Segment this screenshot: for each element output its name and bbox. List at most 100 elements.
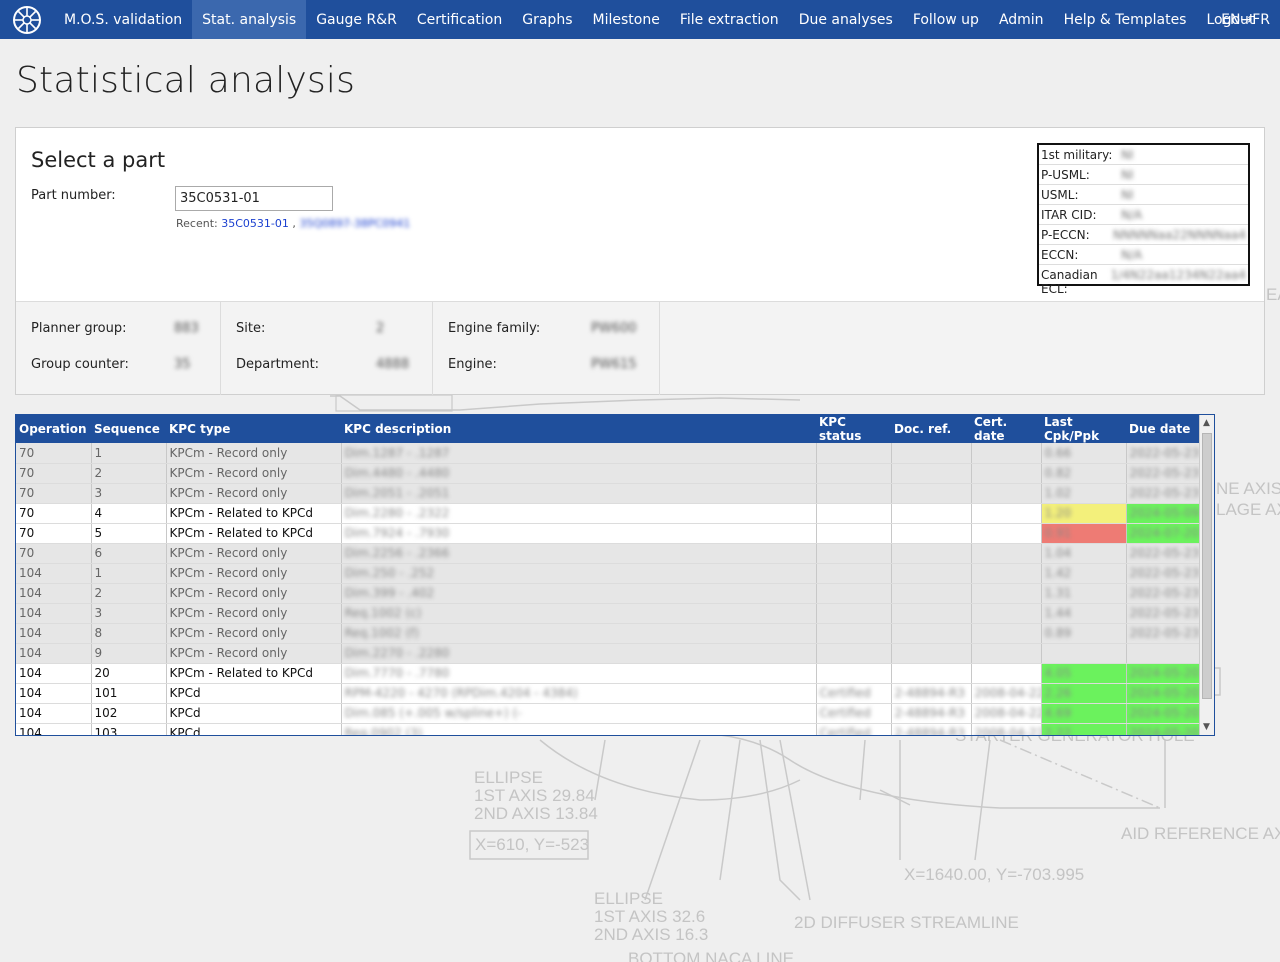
table-row[interactable]: 70 2 KPCm - Record only Dim.4480 - .4480 0.8… <box>16 463 1200 484</box>
info-col-site: Site: 2 Department: 4888 <box>221 302 433 395</box>
cell-kpc-status <box>816 463 892 484</box>
scroll-down-icon[interactable]: ▼ <box>1203 722 1210 732</box>
cell-kpc-description-text: Dim.7770 - .7780 <box>344 666 450 680</box>
cell-doc-ref <box>891 563 972 584</box>
cell-last-cpk-text: 0.89 <box>1044 626 1072 640</box>
nav-item-file-extraction[interactable]: File extraction <box>670 0 789 39</box>
export-label: ITAR CID: <box>1041 208 1097 222</box>
cell-operation-text: 70 <box>19 546 35 560</box>
cell-kpc-description-text: Dim.399 - .402 <box>344 586 435 600</box>
cell-last-cpk-text: 1.02 <box>1044 486 1072 500</box>
cell-last-cpk-text: 1.31 <box>1044 586 1072 600</box>
part-number-input[interactable] <box>175 186 333 211</box>
col-header-sequence[interactable]: Sequence <box>91 415 166 443</box>
recent-part-link-2[interactable]: 35Q0897-38PC0941 <box>299 217 410 230</box>
cell-doc-ref <box>891 663 972 684</box>
cell-operation: 70 <box>16 483 92 504</box>
cell-operation: 70 <box>16 443 92 464</box>
nav-item-admin[interactable]: Admin <box>989 0 1054 39</box>
nav-item-stat-analysis[interactable]: Stat. analysis <box>192 0 307 39</box>
cell-sequence-text: 1 <box>94 445 103 460</box>
nav-item-certification[interactable]: Certification <box>407 0 512 39</box>
language-switch[interactable]: EN→FR <box>1221 0 1270 39</box>
table-row[interactable]: 104 3 KPCm - Record only Req.1002 (c) 1.44 20… <box>16 603 1200 624</box>
drawing-label-ellipse-1: ELLIPSE 1ST AXIS 29.84 2ND AXIS 13.84 <box>474 768 598 823</box>
nav-item-graphs[interactable]: Graphs <box>512 0 582 39</box>
table-row[interactable]: 70 5 KPCm - Related to KPCd Dim.7924 - .793… <box>16 523 1200 544</box>
nav-item-help-templates[interactable]: Help & Templates <box>1054 0 1197 39</box>
cell-kpc-type-text: KPCd <box>169 706 201 720</box>
drawing-label-naca: BOTTOM NACA LINE <box>628 949 794 962</box>
cell-kpc-description-text: Req.1002 (c) <box>344 606 422 620</box>
cell-last-cpk-text: 1.20 <box>1044 506 1072 520</box>
kpc-table-body: 70 1 KPCm - Record only Dim.1287 - .1287 0.6… <box>16 443 1200 736</box>
cell-kpc-description: Dim.250 - .252 <box>341 563 817 584</box>
cell-cert-date <box>971 603 1042 624</box>
select-part-panel: Select a part Part number: Recent: 35C05… <box>15 127 1265 395</box>
table-row[interactable]: 70 4 KPCm - Related to KPCd Dim.2280 - .232… <box>16 503 1200 524</box>
col-header-cert-date[interactable]: Cert. date <box>971 415 1041 443</box>
cell-sequence: 3 <box>91 483 167 504</box>
col-header-kpc-type[interactable]: KPC type <box>166 415 341 443</box>
table-row[interactable]: 70 3 KPCm - Record only Dim.2051 - .2051 1.0… <box>16 483 1200 504</box>
table-row[interactable]: 70 1 KPCm - Record only Dim.1287 - .1287 0.6… <box>16 443 1200 464</box>
company-logo-icon[interactable] <box>0 0 54 39</box>
site-value: 2 <box>376 321 385 336</box>
cell-kpc-type: KPCm - Record only <box>166 603 342 624</box>
export-value: N/A <box>1121 248 1143 262</box>
cell-kpc-type-text: KPCm - Related to KPCd <box>169 666 313 680</box>
cell-due-date: 2024-05-20 <box>1126 663 1200 684</box>
nav-item-gauge-rr[interactable]: Gauge R&R <box>306 0 407 39</box>
planner-group-value: 883 <box>174 321 199 336</box>
select-part-title: Select a part <box>31 148 166 172</box>
col-header-operation[interactable]: Operation <box>16 415 91 443</box>
cell-operation: 104 <box>16 643 92 664</box>
col-header-doc-ref[interactable]: Doc. ref. <box>891 415 971 443</box>
cell-last-cpk-text: 0.66 <box>1044 445 1072 460</box>
cell-due-date-text: 2024-05-09 <box>1129 506 1199 520</box>
cell-last-cpk-text: 4.69 <box>1044 706 1072 720</box>
col-header-kpc-description[interactable]: KPC description <box>341 415 816 443</box>
cell-kpc-type: KPCm - Related to KPCd <box>166 503 342 524</box>
nav-item-due-analyses[interactable]: Due analyses <box>789 0 903 39</box>
table-row[interactable]: 70 6 KPCm - Record only Dim.2256 - .2366 1.0… <box>16 543 1200 564</box>
col-header-kpc-status[interactable]: KPC status <box>816 415 891 443</box>
nav-item-milestone[interactable]: Milestone <box>583 0 670 39</box>
cell-sequence: 8 <box>91 623 167 644</box>
cell-kpc-status-text: Certified <box>819 726 871 736</box>
cell-cert-date-text: 2008-04-22 <box>974 706 1041 720</box>
cell-last-cpk: 1.04 <box>1041 543 1127 564</box>
cell-due-date-text: 2022-05-23 <box>1129 445 1199 460</box>
drawing-label-coord-1: X=610, Y=-523 <box>475 835 590 854</box>
recent-part-link-1[interactable]: 35C0531-01 <box>221 217 289 230</box>
cell-operation: 70 <box>16 463 92 484</box>
scroll-up-icon[interactable]: ▲ <box>1203 418 1210 428</box>
nav-item-follow-up[interactable]: Follow up <box>903 0 989 39</box>
cell-due-date <box>1126 643 1200 664</box>
cell-kpc-description: Req.1002 (c) <box>341 603 817 624</box>
scrollbar-thumb[interactable] <box>1202 433 1212 699</box>
table-row[interactable]: 104 2 KPCm - Record only Dim.399 - .402 1.31… <box>16 583 1200 604</box>
table-row[interactable]: 104 9 KPCm - Record only Dim.2270 - .2280 <box>16 643 1200 664</box>
table-row[interactable]: 104 1 KPCm - Record only Dim.250 - .252 1.42… <box>16 563 1200 584</box>
col-header-last-cpk[interactable]: Last Cpk/Ppk <box>1041 415 1126 443</box>
cell-last-cpk: 2.22 <box>1041 723 1127 735</box>
cell-due-date-text: 2024-05-20 <box>1129 666 1199 680</box>
table-row[interactable]: 104 102 KPCd Dim.085 (+.005 w/spline+) (- Ce… <box>16 703 1200 724</box>
table-row[interactable]: 104 8 KPCm - Record only Req.1002 (f) 0.89 20… <box>16 623 1200 644</box>
table-row[interactable]: 104 103 KPCd Req.0902 (3) Certified 2-48894-R… <box>16 723 1200 736</box>
cell-due-date: 2024-05-09 <box>1126 503 1200 524</box>
nav-item-mos-validation[interactable]: M.O.S. validation <box>54 0 192 39</box>
cell-operation-text: 70 <box>19 486 35 500</box>
table-scrollbar[interactable]: ▲ ▼ <box>1199 415 1214 735</box>
cell-kpc-description-text: Dim.085 (+.005 w/spline+) (- <box>344 706 522 720</box>
table-row[interactable]: 104 101 KPCd RPM-4220 - 4270 (RPDim.4204 - … <box>16 683 1200 704</box>
col-header-due-date[interactable]: Due date <box>1126 415 1199 443</box>
table-row[interactable]: 104 20 KPCm - Related to KPCd Dim.7770 - .7… <box>16 663 1200 684</box>
cell-sequence: 5 <box>91 523 167 544</box>
cell-operation-text: 104 <box>19 666 42 680</box>
cell-operation-text: 104 <box>19 726 42 736</box>
export-row-p-usml: P-USML: NI <box>1039 165 1248 185</box>
cell-kpc-type-text: KPCm - Related to KPCd <box>169 526 313 540</box>
cell-kpc-type: KPCm - Related to KPCd <box>166 663 342 684</box>
